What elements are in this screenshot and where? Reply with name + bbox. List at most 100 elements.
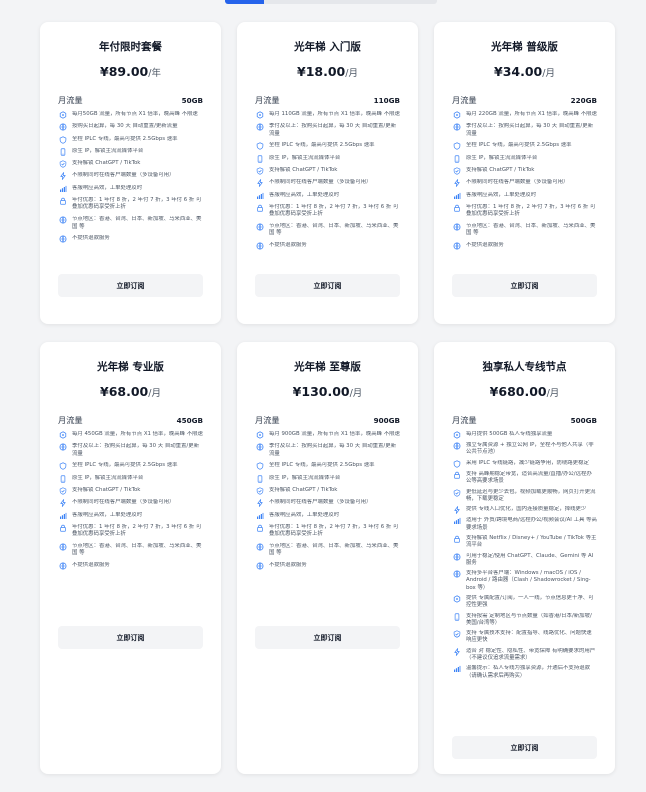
plan-card: 光年梯 入门版 ¥18.00/月 月流量 110GB 每月 110GB 流量，所有节点 … [237, 22, 418, 324]
feature-item: 年付优惠：1 年付 8 折，2 年付 7 折，3 年付 6 折 可叠加优惠码享受… [58, 197, 203, 212]
feature-item: 适合 对 稳定性、隐私性、带宽保障 有明确要求的用户（不建议仅追求流量需求） [452, 648, 597, 662]
plan-name: 光年梯 专业版 [97, 361, 164, 373]
price-amount: ¥18.00 [297, 64, 346, 79]
phone-icon [58, 148, 68, 156]
subscribe-button[interactable]: 立即订阅 [255, 626, 400, 649]
feature-text: 年付优惠：1 年付 8 折，2 年付 7 折，3 年付 6 折 可叠加优惠码享受… [269, 203, 399, 218]
price-amount: ¥68.00 [100, 384, 149, 399]
traffic-row: 月流量 500GB [452, 414, 597, 426]
feature-text: 年付优惠：1 年付 8 折，2 年付 7 折，3 年付 6 折 可叠加优惠码享受… [72, 523, 202, 538]
feature-text: 不限制同时在线客户端数量（多设备可用） [72, 172, 175, 179]
feature-item: 支持 高峰期稳定带宽，适合高流量/直播/办公/远程办公等高要求场景 [452, 471, 597, 485]
traffic-row: 月流量 220GB [452, 94, 597, 106]
feature-text: 不限制同时在线客户端数量（多设备可用） [72, 499, 175, 506]
feature-item: 原生 IP，解锁主流流媒体平台 [58, 475, 203, 483]
feature-text: 不提供退款服务 [269, 562, 307, 569]
feature-text: 可用于稳定/使用 ChatGPT、Claude、Gemini 等 AI 服务 [466, 552, 594, 566]
feature-item: 支持解锁 ChatGPT / TikTok [255, 167, 400, 175]
globe-icon [452, 442, 462, 450]
feature-item: 节点地区：香港、台湾、日本、新加坡、马来西亚、美国 等 [255, 543, 400, 558]
feature-text: 提供 专线入口优化，国内连接质量稳定，掉线更少 [466, 506, 587, 513]
phone-icon [255, 155, 265, 163]
traffic-value: 50GB [181, 95, 203, 105]
check-shield-icon [452, 488, 462, 497]
traffic-label: 月流量 [255, 415, 280, 425]
lock-icon [58, 197, 68, 205]
feature-text: 每月提供 500GB 私人专线独享流量 [466, 431, 553, 437]
feature-text: 年付优惠：1 年付 8 折，2 年付 7 折，3 年付 6 折 可叠加优惠码享受… [466, 203, 596, 218]
feature-text: 全程 IPLC 专线，最高可提供 2.5Gbps 速率 [72, 462, 178, 469]
feature-item: 全程 IPLC 专线，最高可提供 2.5Gbps 速率 [255, 142, 400, 151]
feature-text: 节点地区：香港、台湾、日本、新加坡、马来西亚、美国 等 [72, 216, 202, 230]
price-unit: /月 [148, 388, 161, 399]
feature-text: 不限制同时在线客户端数量（多设备可用） [466, 179, 569, 186]
feature-item: 客服响应高效，工单处理及时 [58, 512, 203, 520]
subscribe-button[interactable]: 立即订阅 [58, 626, 203, 649]
subscribe-button[interactable]: 立即订阅 [58, 274, 203, 297]
feature-item: 原生 IP，解锁主流流媒体平台 [255, 475, 400, 483]
feature-item: 节点地区：香港、台湾、日本、新加坡、马来西亚、美国 等 [255, 223, 400, 238]
plan-price: ¥680.00/月 [452, 383, 597, 402]
shield-icon [58, 135, 68, 144]
check-shield-icon [58, 160, 68, 168]
feature-item: 季付及以上：按购买日起算，每 30 天 自动重置/更新流量 [255, 123, 400, 138]
lock-icon [452, 204, 462, 212]
check-shield-icon [452, 167, 462, 175]
plan-name: 光年梯 入门版 [294, 41, 361, 53]
traffic-value: 900GB [373, 415, 400, 425]
phone-icon [255, 475, 265, 483]
feature-item: 年付优惠：1 年付 8 折，2 年付 7 折，3 年付 6 折 可叠加优惠码享受… [255, 524, 400, 539]
price-amount: ¥130.00 [292, 384, 350, 399]
feature-text: 客服响应高效，工单处理及时 [72, 511, 143, 518]
server-icon [452, 431, 462, 439]
feature-item: 支持 专属技术支持：配置指导、线路优化、问题快速响应更快 [452, 630, 597, 644]
feature-text: 每月 110GB 流量，所有节点 X1 倍率，晚高峰 不限速 [269, 111, 400, 117]
subscribe-button[interactable]: 立即订阅 [255, 274, 400, 297]
feature-item: 不限制同时在线客户端数量（多设备可用） [58, 499, 203, 508]
feature-text: 支持 专属技术支持：配置指导、线路优化、问题快速响应更快 [466, 630, 592, 644]
feature-text: 季付及以上：按购买日起算，每 30 天 自动重置/更新流量 [269, 123, 397, 137]
feature-item: 支持按需 定制地区与节点数量（如香港/日本/新加坡/美国/台湾等） [452, 613, 597, 627]
feature-item: 每月 450GB 流量，所有节点 X1 倍率，晚高峰 不限速 [58, 431, 203, 439]
feature-item: 全程 IPLC 专线，最高可提供 2.5Gbps 速率 [58, 462, 203, 471]
feature-item: 季付及以上：按购买日起算，每 30 天 自动重置/更新流量 [452, 123, 597, 138]
feature-item: 季付及以上：按购买日起算，每 30 天 自动重置/更新流量 [255, 443, 400, 458]
feature-text: 年付优惠：1 年付 8 折，2 年付 7 折，3 年付 6 折 可叠加优惠码享受… [269, 523, 399, 538]
globe-icon [452, 570, 462, 578]
feature-item: 提供 专线入口优化，国内连接质量稳定，掉线更少 [452, 506, 597, 514]
feature-text: 客服响应高效，工单处理及时 [269, 191, 340, 198]
feature-item: 客服响应高效，工单处理及时 [255, 192, 400, 200]
lightning-icon [452, 179, 462, 188]
price-unit: /月 [345, 68, 358, 79]
lightning-icon [255, 179, 265, 188]
feature-item: 支持解锁 ChatGPT / TikTok [255, 487, 400, 495]
feature-item: 年付优惠：1 年付 8 折，2 年付 7 折，3 年付 6 折 可叠加优惠码享受… [58, 524, 203, 539]
feature-text: 支持按需 定制地区与节点数量（如香港/日本/新加坡/美国/台湾等） [466, 612, 592, 626]
price-amount: ¥89.00 [100, 64, 149, 79]
price-unit: /月 [546, 388, 560, 399]
plan-card: 年付限时套餐 ¥89.00/年 月流量 50GB 每月50GB 流量，所有节点 X1 倍… [40, 22, 221, 324]
globe-icon [452, 123, 462, 131]
price-unit: /月 [542, 68, 555, 79]
globe-icon [452, 242, 462, 250]
feature-item: 原生 IP，解锁主流流媒体平台 [255, 155, 400, 163]
feature-item: 支持解锁 ChatGPT / TikTok [58, 160, 203, 168]
feature-item: 提供 专属配置/订阅，一人一线，节点信息更干净、可控性更强 [452, 595, 597, 609]
feature-item: 支持解锁 ChatGPT / TikTok [452, 167, 597, 175]
phone-icon [58, 475, 68, 483]
server-icon [255, 111, 265, 119]
feature-list: 每月50GB 流量，所有节点 X1 倍率，晚高峰 不限速 按购买日起算，每 30 … [58, 111, 203, 274]
feature-text: 适合 对 稳定性、隐私性、带宽保障 有明确要求的用户（不建议仅追求流量需求） [466, 647, 596, 661]
feature-text: 节点地区：香港、台湾、日本、新加坡、马来西亚、美国 等 [466, 223, 596, 237]
subscribe-button[interactable]: 立即订阅 [452, 274, 597, 297]
feature-item: 不提供退款服务 [255, 242, 400, 250]
subscribe-button[interactable]: 立即订阅 [452, 736, 597, 759]
globe-icon [255, 223, 265, 231]
lock-icon [452, 471, 462, 479]
server-icon [452, 111, 462, 119]
globe-icon [58, 443, 68, 451]
feature-text: 季付及以上：按购买日起算，每 30 天 自动重置/更新流量 [269, 443, 397, 457]
shield-icon [452, 460, 462, 468]
traffic-label: 月流量 [452, 415, 477, 425]
feature-text: 更低延迟与更少丢包，视频加载更顺畅，网页打开更流畅，下载更稳定 [466, 488, 596, 502]
